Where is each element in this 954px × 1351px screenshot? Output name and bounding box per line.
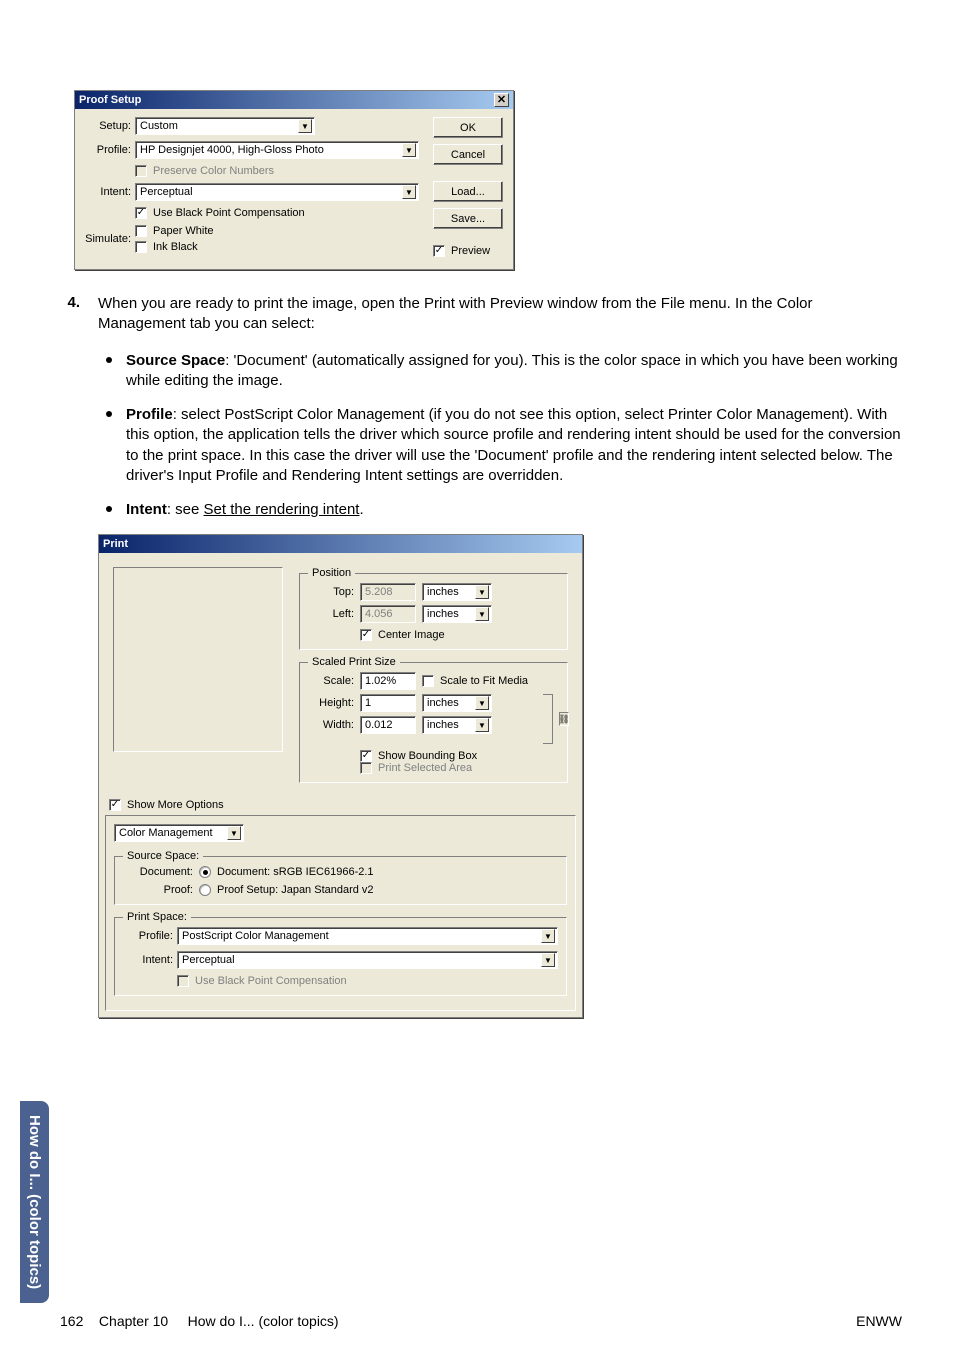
setup-dropdown[interactable]: Custom ▼ bbox=[135, 117, 315, 135]
bullet-source-space: Source Space: 'Document' (automatically … bbox=[98, 351, 904, 392]
footer-right: ENWW bbox=[856, 1313, 902, 1329]
print-title: Print bbox=[103, 538, 128, 550]
scaled-print-size-fieldset: Scaled Print Size Scale: 1.02% Scale to … bbox=[299, 656, 568, 783]
chevron-down-icon: ▼ bbox=[475, 718, 489, 732]
setup-label: Setup: bbox=[85, 120, 131, 132]
paper-white-checkbox[interactable]: Paper White bbox=[135, 225, 214, 237]
save-button[interactable]: Save... bbox=[433, 208, 503, 229]
chevron-down-icon: ▼ bbox=[402, 185, 416, 199]
scale-label: Scale: bbox=[308, 675, 354, 687]
use-bpc-checkbox[interactable]: ✓Use Black Point Compensation bbox=[135, 207, 305, 219]
left-unit-dropdown[interactable]: inches▼ bbox=[422, 605, 492, 623]
preserve-color-checkbox: Preserve Color Numbers bbox=[135, 165, 274, 177]
preserve-label: Preserve Color Numbers bbox=[153, 165, 274, 177]
bullet-intent: Intent: see Set the rendering intent. bbox=[98, 500, 904, 520]
color-management-tab-dropdown[interactable]: Color Management▼ bbox=[114, 824, 244, 842]
intent-value: Perceptual bbox=[140, 186, 193, 198]
page-footer: 162 Chapter 10 How do I... (color topics… bbox=[0, 1313, 954, 1329]
chevron-down-icon: ▼ bbox=[541, 929, 555, 943]
setup-value: Custom bbox=[140, 120, 178, 132]
print-profile-label: Profile: bbox=[123, 930, 173, 942]
chevron-down-icon: ▼ bbox=[475, 696, 489, 710]
document-radio[interactable]: Document: sRGB IEC61966-2.1 bbox=[199, 866, 558, 878]
print-intent-label: Intent: bbox=[123, 954, 173, 966]
chevron-down-icon: ▼ bbox=[475, 607, 489, 621]
close-icon[interactable]: ✕ bbox=[494, 93, 509, 107]
load-button[interactable]: Load... bbox=[433, 181, 503, 202]
source-space-fieldset: Source Space: Document: Document: sRGB I… bbox=[114, 850, 567, 905]
chevron-down-icon: ▼ bbox=[402, 143, 416, 157]
position-legend: Position bbox=[308, 567, 355, 579]
step-text: When you are ready to print the image, o… bbox=[98, 294, 904, 335]
set-rendering-intent-link[interactable]: Set the rendering intent bbox=[204, 501, 360, 518]
print-preview-pane bbox=[113, 567, 283, 752]
use-bpc-label: Use Black Point Compensation bbox=[153, 207, 305, 219]
step-number: 4. bbox=[50, 294, 80, 335]
cancel-button[interactable]: Cancel bbox=[433, 144, 503, 165]
profile-label: Profile: bbox=[85, 144, 131, 156]
height-input[interactable]: 1 bbox=[360, 694, 416, 712]
side-tab: How do I... (color topics) bbox=[20, 1101, 49, 1303]
left-label: Left: bbox=[308, 608, 354, 620]
simulate-label: Simulate: bbox=[85, 233, 131, 245]
intent-label: Intent: bbox=[85, 186, 131, 198]
print-use-bpc-checkbox: Use Black Point Compensation bbox=[177, 975, 558, 987]
show-bounding-box-checkbox[interactable]: ✓Show Bounding Box bbox=[360, 750, 559, 762]
width-input[interactable]: 0.012 bbox=[360, 716, 416, 734]
width-label: Width: bbox=[308, 719, 354, 731]
proof-radio[interactable]: Proof Setup: Japan Standard v2 bbox=[199, 884, 558, 896]
position-fieldset: Position Top: 5.208 inches▼ Left: 4.056 … bbox=[299, 567, 568, 650]
proof-label: Proof: bbox=[123, 884, 193, 896]
proof-setup-titlebar[interactable]: Proof Setup ✕ bbox=[75, 91, 513, 109]
print-profile-dropdown[interactable]: PostScript Color Management▼ bbox=[177, 927, 558, 945]
document-label: Document: bbox=[123, 866, 193, 878]
center-image-checkbox[interactable]: ✓Center Image bbox=[360, 629, 559, 641]
show-more-options-checkbox[interactable]: ✓Show More Options bbox=[109, 799, 576, 811]
proof-setup-dialog: Proof Setup ✕ Setup: Custom ▼ Profile: bbox=[74, 90, 514, 270]
chevron-down-icon: ▼ bbox=[475, 585, 489, 599]
step-4: 4. When you are ready to print the image… bbox=[50, 294, 904, 335]
scale-input[interactable]: 1.02% bbox=[360, 672, 416, 690]
profile-value: HP Designjet 4000, High-Gloss Photo bbox=[140, 144, 324, 156]
page-number: 162 bbox=[60, 1313, 83, 1329]
print-titlebar[interactable]: Print bbox=[99, 535, 582, 553]
top-unit-dropdown[interactable]: inches▼ bbox=[422, 583, 492, 601]
chapter-title: How do I... (color topics) bbox=[188, 1313, 339, 1329]
bullet-profile: Profile: select PostScript Color Managem… bbox=[98, 405, 904, 486]
height-label: Height: bbox=[308, 697, 354, 709]
proof-setup-title: Proof Setup bbox=[79, 94, 141, 106]
print-selected-area-checkbox: Print Selected Area bbox=[360, 762, 559, 774]
scaled-legend: Scaled Print Size bbox=[308, 656, 400, 668]
top-label: Top: bbox=[308, 586, 354, 598]
height-unit-dropdown[interactable]: inches▼ bbox=[422, 694, 492, 712]
chapter-label: Chapter 10 bbox=[99, 1313, 168, 1329]
preview-checkbox[interactable]: ✓Preview bbox=[433, 245, 503, 257]
paper-white-label: Paper White bbox=[153, 225, 214, 237]
ink-black-label: Ink Black bbox=[153, 241, 198, 253]
preview-label: Preview bbox=[451, 245, 490, 257]
width-unit-dropdown[interactable]: inches▼ bbox=[422, 716, 492, 734]
intent-dropdown[interactable]: Perceptual ▼ bbox=[135, 183, 419, 201]
ink-black-checkbox[interactable]: Ink Black bbox=[135, 241, 214, 253]
left-input: 4.056 bbox=[360, 605, 416, 623]
chain-icon[interactable]: ⛓ bbox=[559, 712, 569, 726]
top-input: 5.208 bbox=[360, 583, 416, 601]
scale-to-fit-checkbox[interactable]: Scale to Fit Media bbox=[422, 675, 537, 687]
ok-button[interactable]: OK bbox=[433, 117, 503, 138]
print-space-fieldset: Print Space: Profile: PostScript Color M… bbox=[114, 911, 567, 996]
profile-dropdown[interactable]: HP Designjet 4000, High-Gloss Photo ▼ bbox=[135, 141, 419, 159]
print-dialog: Print Position Top: 5.208 inches▼ Left: … bbox=[98, 534, 583, 1018]
print-space-legend: Print Space: bbox=[123, 911, 191, 923]
chevron-down-icon: ▼ bbox=[541, 953, 555, 967]
chevron-down-icon: ▼ bbox=[227, 826, 241, 840]
print-intent-dropdown[interactable]: Perceptual▼ bbox=[177, 951, 558, 969]
source-space-legend: Source Space: bbox=[123, 850, 203, 862]
chevron-down-icon: ▼ bbox=[298, 119, 312, 133]
